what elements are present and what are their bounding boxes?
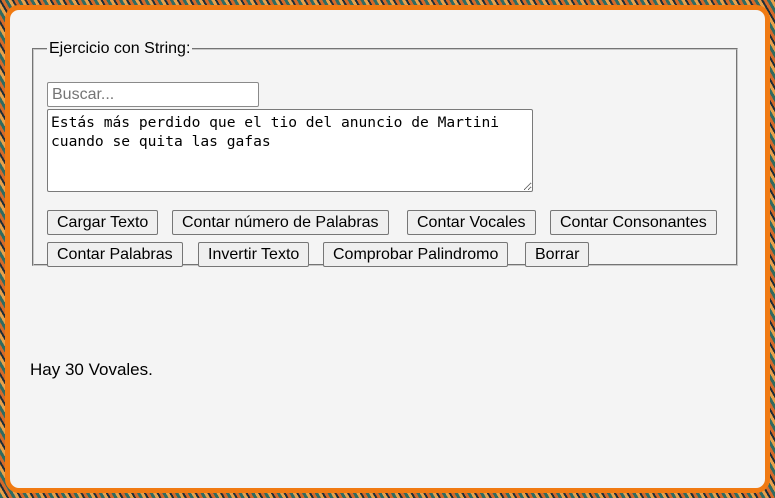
count-vowels-button[interactable]: Contar Vocales (407, 210, 536, 235)
count-words-button[interactable]: Contar Palabras (47, 242, 183, 267)
search-input[interactable] (47, 82, 259, 107)
reverse-text-button[interactable]: Invertir Texto (198, 242, 310, 267)
load-text-button[interactable]: Cargar Texto (47, 210, 159, 235)
text-area[interactable] (47, 109, 533, 192)
count-consonants-button[interactable]: Contar Consonantes (550, 210, 717, 235)
result-text: Hay 30 Vovales. (30, 360, 153, 379)
clear-button[interactable]: Borrar (525, 242, 590, 267)
count-number-of-words-button[interactable]: Contar número de Palabras (172, 210, 389, 235)
fieldset-legend: Ejercicio con String: (49, 40, 191, 57)
app-panel: Ejercicio con String: Cargar Texto Conta… (5, 5, 770, 493)
exercise-fieldset: Ejercicio con String: Cargar Texto Conta… (32, 40, 738, 267)
check-palindrome-button[interactable]: Comprobar Palindromo (323, 242, 509, 267)
